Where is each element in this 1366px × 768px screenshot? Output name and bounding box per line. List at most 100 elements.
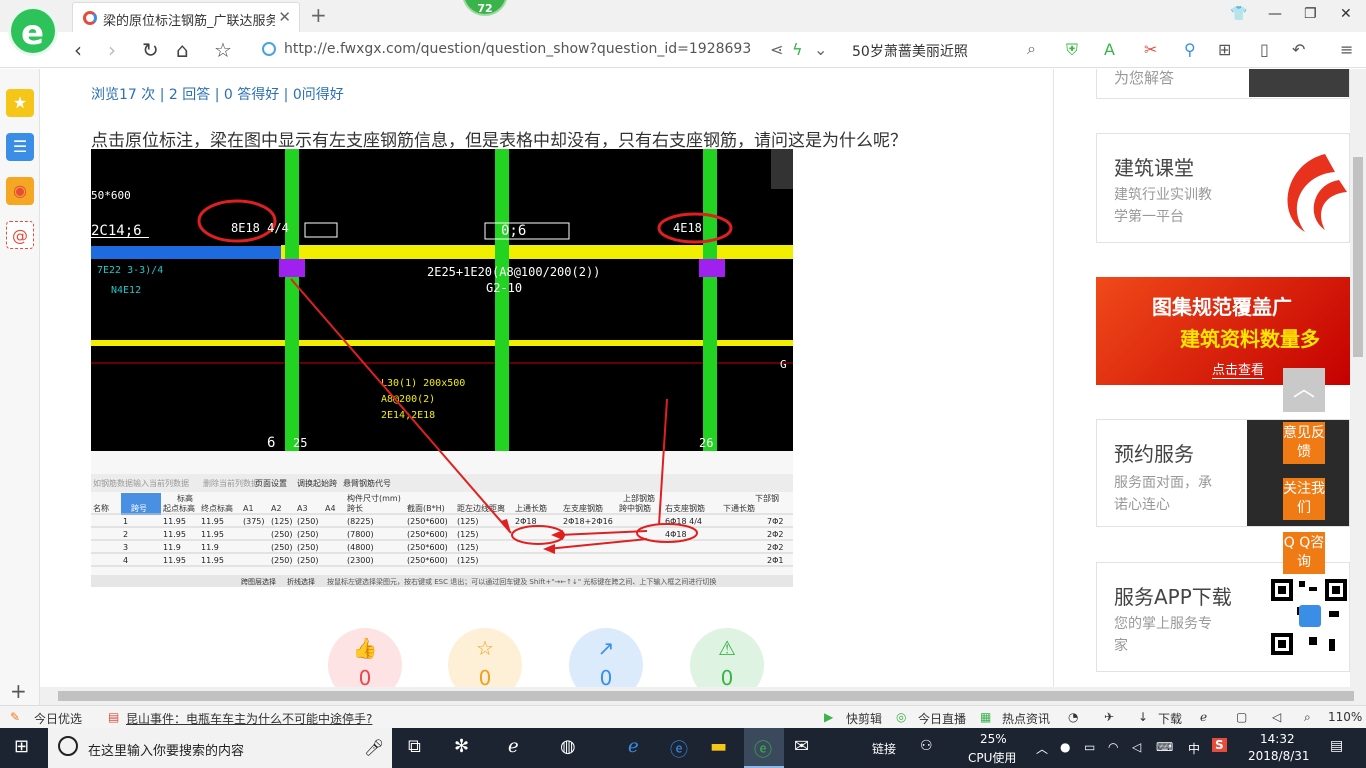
cad-table-cell: (250) xyxy=(271,543,293,552)
address-bar[interactable]: http://e.fwxgx.com/question/question_sho… xyxy=(258,37,838,63)
card-building-class[interactable]: 建筑课堂 建筑行业实训教 学第一平台 xyxy=(1096,133,1350,243)
search-icon[interactable]: ⌕ xyxy=(1027,39,1036,59)
restore-button[interactable]: ❐ xyxy=(1304,6,1317,22)
translate-icon[interactable]: A xyxy=(1104,40,1115,59)
notification-icon[interactable]: ● xyxy=(1060,740,1070,754)
reader-mode-icon[interactable]: ▯ xyxy=(1260,40,1269,59)
back-button[interactable]: ‹ xyxy=(74,38,82,62)
mail-icon[interactable]: ✉ xyxy=(794,736,809,757)
task-view-icon[interactable]: ⧉ xyxy=(408,736,421,757)
volume-icon[interactable]: ◁ xyxy=(1132,740,1141,754)
chevron-down-icon[interactable]: ⌄ xyxy=(814,40,827,59)
active-browser-task[interactable]: ⓔ xyxy=(744,728,784,768)
follow-us-button[interactable]: 关注我们 xyxy=(1283,478,1325,520)
feedback-button[interactable]: 意见反馈 xyxy=(1283,422,1325,464)
hot-news-label[interactable]: 热点资讯 xyxy=(1002,710,1050,727)
wifi-icon[interactable]: ◠ xyxy=(1108,740,1118,754)
list-icon[interactable]: ☰ xyxy=(6,133,34,161)
cad-table-cell: (250*600) xyxy=(407,517,448,526)
windows-start-icon[interactable]: ⊞ xyxy=(14,736,29,757)
cpu-percent: 25% xyxy=(980,732,1007,746)
email-icon[interactable]: @ xyxy=(6,221,34,249)
apps-grid-icon[interactable]: ⊞ xyxy=(1218,40,1231,59)
vertical-scrollbar[interactable] xyxy=(1350,69,1366,687)
edge-browser-icon[interactable]: ℯ xyxy=(628,736,639,757)
shield-icon[interactable]: ⛨ xyxy=(1066,40,1078,60)
speed-icon[interactable]: ◔ xyxy=(1068,710,1078,724)
cad-column-header: 下通长筋 xyxy=(723,503,755,513)
back-to-top-button[interactable]: ︿ xyxy=(1283,368,1325,412)
action-center-icon[interactable]: ▤ xyxy=(1330,738,1343,754)
cad-column-header: 截面(B*H) xyxy=(407,503,445,513)
shirt-skin-icon[interactable]: 👕 xyxy=(1230,6,1247,22)
browser-logo-icon[interactable]: e xyxy=(8,6,58,56)
fan-app-icon[interactable]: ✻ xyxy=(454,736,469,757)
promo-cta[interactable]: 点击查看 xyxy=(1212,359,1265,379)
quick-clip-label[interactable]: 快剪辑 xyxy=(846,710,882,727)
download-label[interactable]: 下载 xyxy=(1158,710,1182,727)
tab-active[interactable]: 梁的原位标注钢筋_广联达服务新 ✕ xyxy=(72,2,300,32)
sound-icon[interactable]: ◁ xyxy=(1272,710,1281,724)
card-answer[interactable]: 为您解答 xyxy=(1096,69,1350,99)
undo-icon[interactable]: ↶ xyxy=(1292,40,1305,59)
taskbar-search[interactable]: 在这里输入你要搜索的内容 🎤︎ xyxy=(48,728,392,768)
clock-date[interactable]: 2018/8/31 xyxy=(1248,749,1310,763)
edge-icon[interactable]: ℯ xyxy=(508,736,519,757)
ie-mode-icon[interactable]: ℯ xyxy=(1200,710,1207,724)
keyboard-icon[interactable]: ⌨ xyxy=(1156,740,1173,754)
star-favorites-icon[interactable]: ★ xyxy=(6,89,34,117)
refresh-button[interactable]: ↻ xyxy=(142,38,159,62)
link-label[interactable]: 链接 xyxy=(872,740,896,757)
zoom-icon[interactable]: ⌕ xyxy=(1304,710,1311,725)
share-icon[interactable]: ⋖ xyxy=(770,40,783,59)
power-icon[interactable]: ▭ xyxy=(1084,740,1095,754)
microphone-icon[interactable]: 🎤︎ xyxy=(364,738,384,757)
horizontal-scroll-thumb[interactable] xyxy=(58,691,1354,701)
favorite-star-icon[interactable]: ☆ xyxy=(214,38,232,62)
sogou-ime-icon[interactable]: S xyxy=(1212,738,1227,752)
file-explorer-icon[interactable]: ▬ xyxy=(710,736,727,757)
close-window-button[interactable]: ✕ xyxy=(1340,6,1352,22)
home-button[interactable]: ⌂ xyxy=(176,38,189,62)
pin-icon[interactable]: ✈ xyxy=(1104,710,1114,724)
news-headline[interactable]: 昆山事件：电瓶车车主为什么不可能中途停手? xyxy=(126,710,372,727)
tray-expand-icon[interactable]: ︿ xyxy=(1036,740,1048,757)
horizontal-scrollbar[interactable] xyxy=(40,687,1366,705)
new-tab-button[interactable]: + xyxy=(310,3,327,27)
clip-icon: ▶ xyxy=(824,710,834,724)
weibo-icon[interactable]: ◉ xyxy=(6,177,34,205)
people-icon[interactable]: ⚇ xyxy=(920,738,933,754)
ime-indicator[interactable]: 中 xyxy=(1188,740,1200,757)
tab-close-icon[interactable]: ✕ xyxy=(278,8,291,26)
zoom-level[interactable]: 110% xyxy=(1328,710,1362,724)
cad-table-cell: (7800) xyxy=(347,530,374,539)
url-text[interactable]: http://e.fwxgx.com/question/question_sho… xyxy=(284,41,751,57)
speed-badge[interactable]: 72 xyxy=(462,0,508,16)
lightning-icon[interactable]: ϟ xyxy=(792,40,803,59)
cad-status-button: 折线选择 xyxy=(287,577,315,586)
scissors-icon[interactable]: ✂ xyxy=(1144,40,1157,59)
app-swirl-icon[interactable]: ◍ xyxy=(560,736,576,757)
forward-button[interactable]: › xyxy=(108,38,116,62)
cad-group-header: 上部钢筋 xyxy=(623,493,655,503)
search-input[interactable]: 50岁萧蔷美丽近照 xyxy=(852,41,968,61)
clock-time[interactable]: 14:32 xyxy=(1260,732,1295,746)
window-icon[interactable]: ▢ xyxy=(1236,710,1247,724)
vertical-scroll-thumb[interactable] xyxy=(1353,157,1363,357)
cad-group-header: 构件尺寸(mm) xyxy=(347,493,401,503)
card-app-download[interactable]: 服务APP下载 您的掌上服务专 家 xyxy=(1096,562,1350,672)
add-sidebar-icon[interactable]: + xyxy=(10,679,27,703)
minimize-button[interactable]: — xyxy=(1268,6,1282,22)
ie-icon[interactable]: ⓔ xyxy=(670,736,688,762)
magnifier-icon[interactable]: ⚲ xyxy=(1184,40,1196,59)
cad-column-header: 起点标高 xyxy=(163,503,195,513)
search-box[interactable]: 50岁萧蔷美丽近照 ⌕ xyxy=(842,37,1042,63)
menu-icon[interactable]: ≡ xyxy=(1340,40,1353,59)
live-label[interactable]: 今日直播 xyxy=(918,710,966,727)
cad-column-header: A2 xyxy=(271,504,282,513)
cad-table-cell: (250) xyxy=(297,556,319,565)
daily-pick-label[interactable]: 今日优选 xyxy=(34,710,82,727)
taskbar-search-input[interactable]: 在这里输入你要搜索的内容 xyxy=(88,740,244,759)
cad-group-header: 下部钢 xyxy=(755,493,779,503)
qq-consult-button[interactable]: Q Q咨询 xyxy=(1283,532,1325,574)
